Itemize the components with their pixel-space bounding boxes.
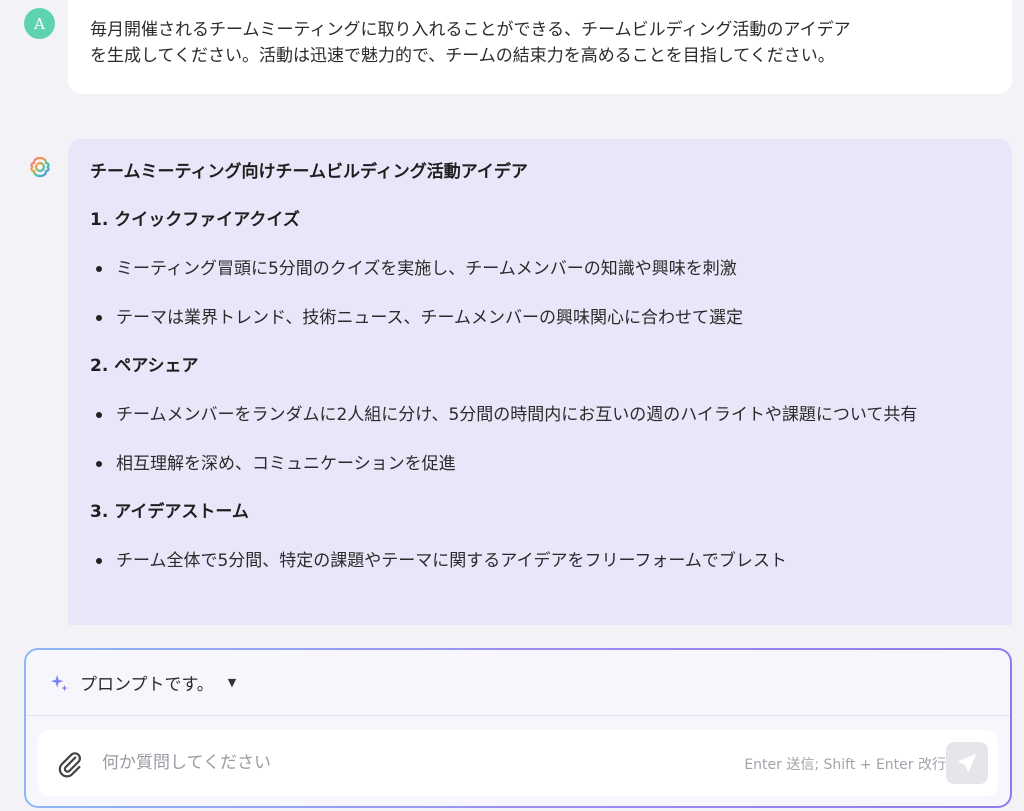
assistant-message-bubble: チームミーティング向けチームビルディング活動アイデア 1. クイックファイアクイ… [68,139,1012,625]
section-quiz-bullets: ミーティング冒頭に5分間のクイズを実施し、チームメンバーの知識や興味を刺激 テー… [90,256,990,331]
send-button[interactable] [946,742,988,784]
prompt-selector[interactable]: プロンプトです。 ▼ [26,650,1010,716]
user-avatar: A [24,8,55,39]
list-item: チーム全体で5分間、特定の課題やテーマに関するアイデアをフリーフォームでブレスト [90,548,990,574]
list-item: ミーティング冒頭に5分間のクイズを実施し、チームメンバーの知識や興味を刺激 [90,256,990,282]
composer: プロンプトです。 ▼ Enter 送信; Shift + Enter 改行 [24,648,1012,808]
assistant-message-title: チームミーティング向けチームビルディング活動アイデア [90,162,528,182]
composer-inner: プロンプトです。 ▼ Enter 送信; Shift + Enter 改行 [26,650,1010,806]
list-item: 相互理解を深め、コミュニケーションを促進 [90,451,990,477]
prompt-selector-label: プロンプトです。 [80,675,214,695]
question-input[interactable] [102,748,622,778]
list-item: チームメンバーをランダムに2人組に分け、5分間の時間内にお互いの週のハイライトや… [90,402,990,428]
section-title-idea-storm: 3. アイデアストーム [90,502,249,522]
ai-logo-icon [30,156,50,178]
keyboard-hint: Enter 送信; Shift + Enter 改行 [744,757,946,773]
send-icon [958,754,976,772]
sparkle-icon [50,674,68,691]
list-item: テーマは業界トレンド、技術ニュース、チームメンバーの興味関心に合わせて選定 [90,305,990,331]
user-message-line: 毎月開催されるチームミーティングに取り入れることができる、チームビルディング活動… [90,20,851,40]
user-message-bubble: 毎月開催されるチームミーティングに取り入れることができる、チームビルディング活動… [68,0,1012,94]
section-pair-share-bullets: チームメンバーをランダムに2人組に分け、5分間の時間内にお互いの週のハイライトや… [90,402,990,477]
question-input-box: Enter 送信; Shift + Enter 改行 [38,730,998,796]
section-idea-storm-bullets: チーム全体で5分間、特定の課題やテーマに関するアイデアをフリーフォームでブレスト [90,548,990,574]
section-title-quiz: 1. クイックファイアクイズ [90,210,300,230]
user-message-line: を生成してください。活動は迅速で魅力的で、チームの結束力を高めることを目指してく… [90,46,835,66]
caret-down-icon[interactable]: ▼ [228,676,236,689]
paperclip-icon[interactable] [56,750,84,778]
section-title-pair-share: 2. ペアシェア [90,356,199,376]
chat-page: A 毎月開催されるチームミーティングに取り入れることができる、チームビルディング… [0,0,1024,811]
user-message-row: A 毎月開催されるチームミーティングに取り入れることができる、チームビルディング… [0,0,1024,110]
